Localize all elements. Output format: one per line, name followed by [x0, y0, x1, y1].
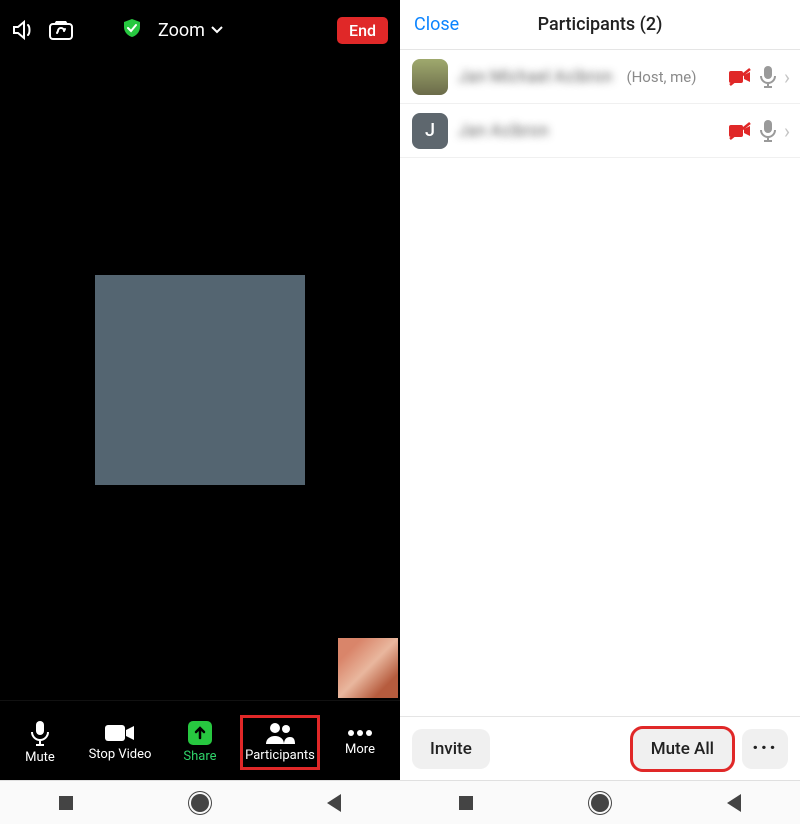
mic-icon — [760, 66, 776, 88]
switch-camera-icon[interactable] — [48, 19, 74, 41]
participant-row[interactable]: Jan Michael Acibron (Host, me) › — [400, 50, 800, 104]
android-home-icon[interactable] — [591, 794, 609, 812]
video-off-icon — [728, 68, 752, 86]
self-video-thumbnail[interactable] — [338, 638, 398, 698]
stop-video-label: Stop Video — [89, 747, 152, 762]
android-recent-icon[interactable] — [459, 796, 473, 810]
panel-header: Close Participants (2) — [400, 0, 800, 50]
share-icon — [188, 721, 212, 745]
video-area — [0, 60, 400, 700]
shield-icon[interactable] — [122, 18, 142, 42]
participant-name: Jan Michael Acibron — [458, 67, 612, 87]
android-home-icon[interactable] — [191, 794, 209, 812]
android-back-icon[interactable] — [327, 794, 341, 812]
speaker-icon[interactable] — [12, 19, 38, 41]
more-icon — [347, 728, 373, 738]
video-off-icon — [728, 122, 752, 140]
android-back-icon[interactable] — [727, 794, 741, 812]
participants-panel: Close Participants (2) Jan Michael Acibr… — [400, 0, 800, 780]
chevron-right-icon: › — [784, 119, 790, 143]
chevron-right-icon: › — [784, 65, 790, 89]
meeting-title[interactable]: Zoom — [158, 20, 223, 41]
panel-footer: Invite Mute All ··· — [400, 716, 800, 780]
zoom-meeting-screen: Zoom End Mute Stop Video — [0, 0, 400, 780]
avatar — [412, 59, 448, 95]
chevron-down-icon — [211, 25, 223, 35]
panel-title: Participants (2) — [538, 14, 663, 35]
invite-button[interactable]: Invite — [412, 729, 490, 769]
participants-button[interactable]: Participants — [243, 718, 317, 767]
meeting-top-bar: Zoom End — [0, 0, 400, 60]
android-recent-icon[interactable] — [59, 796, 73, 810]
share-button[interactable]: Share — [163, 717, 237, 768]
mute-button[interactable]: Mute — [3, 716, 77, 769]
close-button[interactable]: Close — [414, 14, 459, 35]
mute-all-button[interactable]: Mute All — [633, 729, 732, 769]
end-button[interactable]: End — [337, 17, 388, 44]
video-icon — [105, 723, 135, 743]
participant-name: Jan Acibron — [458, 121, 549, 141]
participant-meta: (Host, me) — [626, 68, 696, 86]
android-nav-bar — [0, 780, 800, 824]
share-label: Share — [183, 749, 216, 764]
participant-row[interactable]: J Jan Acibron › — [400, 104, 800, 158]
microphone-icon — [28, 720, 52, 746]
participants-label: Participants — [245, 748, 315, 763]
avatar: J — [412, 113, 448, 149]
meeting-toolbar: Mute Stop Video Share — [0, 700, 400, 780]
more-options-button[interactable]: ··· — [742, 729, 788, 769]
participants-icon — [265, 722, 295, 744]
participant-video-placeholder — [95, 275, 305, 485]
stop-video-button[interactable]: Stop Video — [83, 719, 157, 766]
mic-icon — [760, 120, 776, 142]
more-label: More — [345, 742, 375, 757]
more-button[interactable]: More — [323, 724, 397, 761]
mute-label: Mute — [25, 750, 55, 765]
